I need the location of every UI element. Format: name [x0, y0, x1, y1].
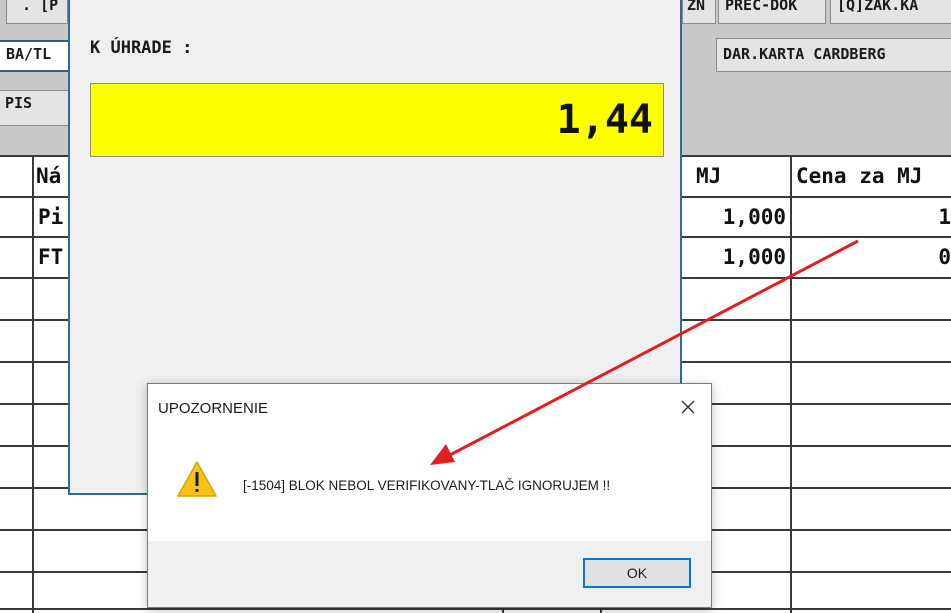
toolbar-button-zn[interactable]: ZN — [682, 0, 716, 24]
row-1-unit: 1,000 — [722, 205, 786, 229]
warning-icon — [176, 460, 218, 498]
toolbar-button-left-3[interactable]: PIS — [0, 90, 70, 126]
toolbar-button-prec-dok[interactable]: PREC-DOK — [718, 0, 826, 24]
row-2-price: 0 — [938, 245, 951, 269]
close-icon[interactable] — [675, 394, 701, 420]
column-header-name: Ná — [36, 164, 62, 188]
row-1-name: Pi — [38, 205, 64, 229]
payment-amount-value: 1,44 — [556, 97, 653, 143]
dialog-footer: OK — [148, 541, 711, 607]
dialog-title: UPOZORNENIE — [158, 400, 269, 417]
toolbar-button-top-left[interactable]: ˙. [P — [6, 0, 68, 24]
toolbar-button-zak-ka[interactable]: [Q]ZAK.KA — [830, 0, 951, 24]
column-header-unit: MJ — [696, 164, 722, 188]
payment-due-label: K ÚHRADE : — [90, 38, 193, 58]
row-1-price: 1 — [938, 205, 951, 229]
row-2-name: FT — [38, 245, 64, 269]
toolbar-button-selected[interactable]: BA/TL — [0, 40, 70, 72]
ok-button[interactable]: OK — [583, 558, 691, 588]
payment-amount-field: 1,44 — [90, 83, 664, 157]
row-2-unit: 1,000 — [722, 245, 786, 269]
column-header-price: Cena za MJ — [796, 164, 923, 188]
toolbar-button-dar-karta[interactable]: DAR.KARTA CARDBERG — [716, 38, 951, 72]
dialog-message: [-1504] BLOK NEBOL VERIFIKOVANY-TLAČ IGN… — [243, 478, 611, 493]
warning-dialog: UPOZORNENIE [-1504] BLOK NEBOL VERIFIKOV… — [147, 383, 712, 608]
